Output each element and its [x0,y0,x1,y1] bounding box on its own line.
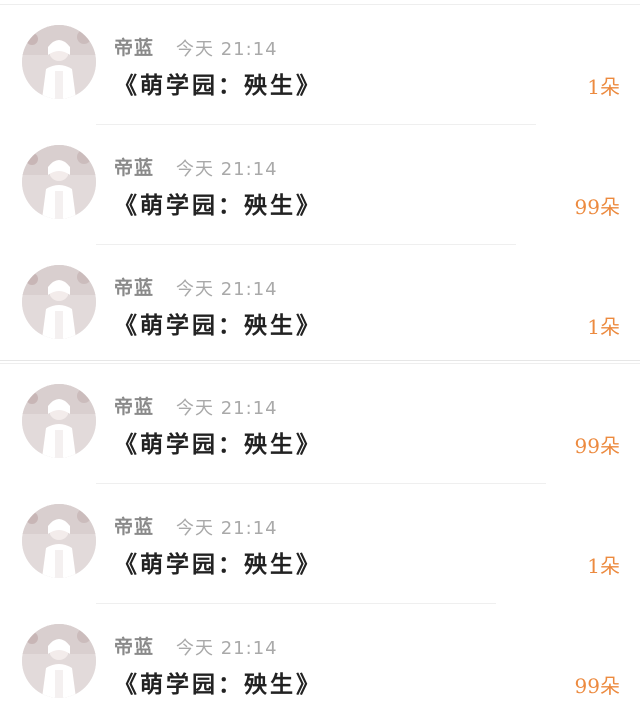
user-avatar[interactable] [22,145,96,219]
timestamp: 今天 21:14 [176,518,278,539]
gift-list-item[interactable]: 帝蓝 今天 21:14 《萌学园：殃生》 1朵 [0,484,640,603]
avatar-photo-icon [22,384,96,458]
gift-message: 《萌学园：殃生》 [114,72,322,99]
user-avatar[interactable] [22,265,96,339]
user-avatar[interactable] [22,624,96,698]
timestamp: 今天 21:14 [176,39,278,60]
gift-list-item[interactable]: 帝蓝 今天 21:14 《萌学园：殃生》 99朵 [0,364,640,483]
gift-list-item[interactable]: 帝蓝 今天 21:14 《萌学园：殃生》 1朵 [0,5,640,124]
sender-name: 帝蓝 [114,516,155,538]
sender-name: 帝蓝 [114,157,155,179]
gift-message: 《萌学园：殃生》 [114,192,322,219]
gift-list-group-2: 帝蓝 今天 21:14 《萌学园：殃生》 99朵 帝蓝 今天 21:14 《萌学… [0,363,640,722]
flower-count: 99朵 [574,434,620,458]
sender-name: 帝蓝 [114,37,155,59]
gift-message: 《萌学园：殃生》 [114,671,322,698]
avatar-photo-icon [22,624,96,698]
timestamp: 今天 21:14 [176,398,278,419]
gift-list: 帝蓝 今天 21:14 《萌学园：殃生》 1朵 帝蓝 今天 21:14 《萌学园… [0,0,640,722]
user-avatar[interactable] [22,25,96,99]
user-avatar[interactable] [22,384,96,458]
flower-count: 99朵 [574,195,620,219]
timestamp: 今天 21:14 [176,638,278,659]
gift-list-group-1: 帝蓝 今天 21:14 《萌学园：殃生》 1朵 帝蓝 今天 21:14 《萌学园… [0,4,640,361]
avatar-photo-icon [22,145,96,219]
gift-list-item[interactable]: 帝蓝 今天 21:14 《萌学园：殃生》 99朵 [0,125,640,244]
flower-count: 1朵 [587,315,620,339]
timestamp: 今天 21:14 [176,159,278,180]
sender-name: 帝蓝 [114,396,155,418]
flower-count: 1朵 [587,75,620,99]
flower-count: 1朵 [587,554,620,578]
timestamp: 今天 21:14 [176,279,278,300]
sender-name: 帝蓝 [114,636,155,658]
gift-list-item[interactable]: 帝蓝 今天 21:14 《萌学园：殃生》 1朵 [0,245,640,364]
gift-list-item[interactable]: 帝蓝 今天 21:14 《萌学园：殃生》 99朵 [0,604,640,723]
flower-count: 99朵 [574,674,620,698]
avatar-photo-icon [22,265,96,339]
avatar-photo-icon [22,25,96,99]
gift-message: 《萌学园：殃生》 [114,431,322,458]
sender-name: 帝蓝 [114,277,155,299]
user-avatar[interactable] [22,504,96,578]
gift-message: 《萌学园：殃生》 [114,551,322,578]
gift-message: 《萌学园：殃生》 [114,312,322,339]
avatar-photo-icon [22,504,96,578]
